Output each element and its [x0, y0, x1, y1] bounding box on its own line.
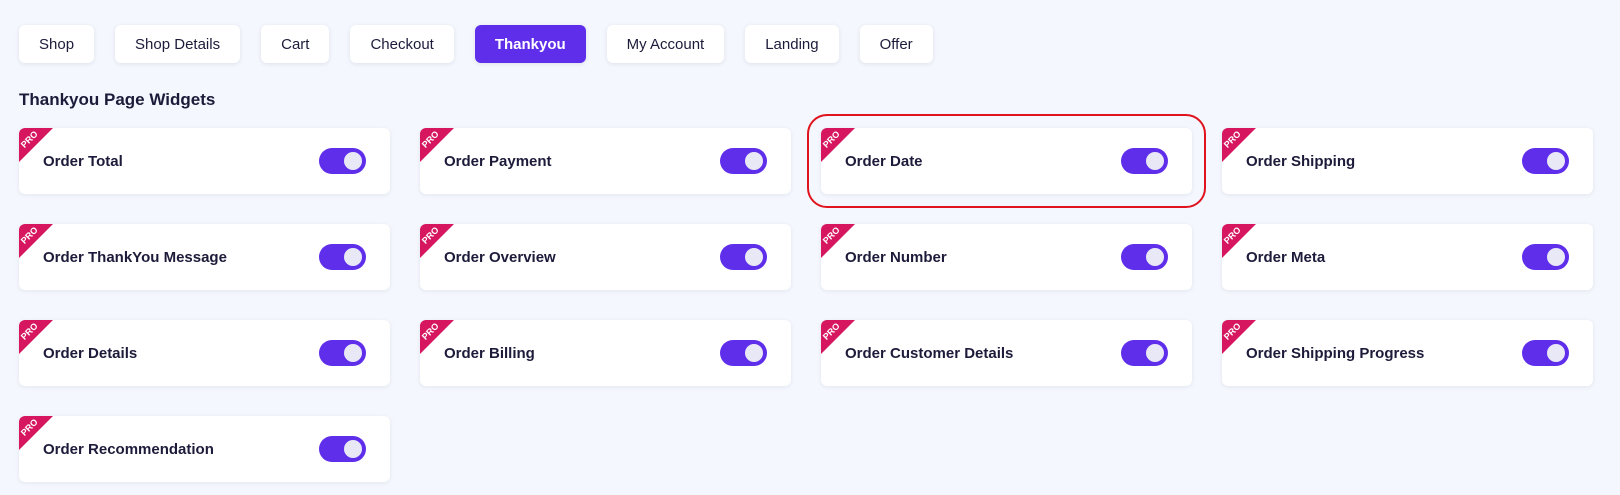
widget-toggle-order-customer-details[interactable] — [1121, 340, 1168, 366]
widget-card-order-date: PRO Order Date — [807, 114, 1206, 208]
section-title: Thankyou Page Widgets — [19, 90, 216, 109]
widget-tabs: Shop Shop Details Cart Checkout Thankyou… — [19, 25, 933, 63]
widget-card-order-recommendation: PRO Order Recommendation — [19, 416, 390, 482]
tab-cart[interactable]: Cart — [261, 25, 330, 63]
toggle-knob — [745, 152, 763, 170]
widget-card-order-customer-details: PRO Order Customer Details — [821, 320, 1192, 386]
widget-toggle-order-meta[interactable] — [1522, 244, 1569, 270]
tab-landing[interactable]: Landing — [745, 25, 839, 63]
widget-grid: PRO Order Total PRO Order Payment PRO Order D… — [19, 114, 1593, 482]
widget-label: Order Meta — [1246, 248, 1326, 266]
toggle-knob — [1146, 248, 1164, 266]
widget-toggle-order-total[interactable] — [319, 148, 366, 174]
widget-card-order-details: PRO Order Details — [19, 320, 390, 386]
widget-card-order-total: PRO Order Total — [19, 128, 390, 194]
widget-toggle-order-number[interactable] — [1121, 244, 1168, 270]
widget-label: Order Billing — [444, 344, 535, 362]
widget-label: Order Total — [43, 152, 123, 170]
widget-label: Order Number — [845, 248, 947, 266]
tab-shop[interactable]: Shop — [19, 25, 95, 63]
widget-toggle-order-payment[interactable] — [720, 148, 767, 174]
widget-card-order-shipping: PRO Order Shipping — [1222, 128, 1593, 194]
toggle-knob — [1547, 344, 1565, 362]
widget-toggle-order-details[interactable] — [319, 340, 366, 366]
widget-toggle-order-date[interactable] — [1121, 148, 1168, 174]
widget-label: Order Shipping Progress — [1246, 344, 1425, 362]
widget-label: Order Customer Details — [845, 344, 1014, 362]
widget-label: Order Recommendation — [43, 440, 214, 458]
widget-toggle-order-overview[interactable] — [720, 244, 767, 270]
widget-card-order-number: PRO Order Number — [821, 224, 1192, 290]
widget-label: Order Details — [43, 344, 138, 362]
toggle-knob — [745, 248, 763, 266]
widget-label: Order Payment — [444, 152, 552, 170]
widget-card-order-thankyou-message: PRO Order ThankYou Message — [19, 224, 390, 290]
widget-toggle-order-thankyou-message[interactable] — [319, 244, 366, 270]
widget-toggle-order-shipping-progress[interactable] — [1522, 340, 1569, 366]
toggle-knob — [1146, 152, 1164, 170]
widget-card-order-shipping-progress: PRO Order Shipping Progress — [1222, 320, 1593, 386]
widget-toggle-order-shipping[interactable] — [1522, 148, 1569, 174]
toggle-knob — [1146, 344, 1164, 362]
tab-checkout[interactable]: Checkout — [350, 25, 454, 63]
tab-thankyou[interactable]: Thankyou — [474, 25, 586, 63]
widget-toggle-order-billing[interactable] — [720, 340, 767, 366]
toggle-knob — [344, 344, 362, 362]
widget-label: Order Date — [845, 152, 923, 170]
widget-label: Order Shipping — [1246, 152, 1356, 170]
widget-card-order-payment: PRO Order Payment — [420, 128, 791, 194]
widget-card-order-overview: PRO Order Overview — [420, 224, 791, 290]
widget-card-order-meta: PRO Order Meta — [1222, 224, 1593, 290]
toggle-knob — [745, 344, 763, 362]
tab-my-account[interactable]: My Account — [606, 25, 725, 63]
toggle-knob — [344, 152, 362, 170]
widget-toggle-order-recommendation[interactable] — [319, 436, 366, 462]
toggle-knob — [344, 248, 362, 266]
widget-card-order-billing: PRO Order Billing — [420, 320, 791, 386]
tab-offer[interactable]: Offer — [859, 25, 933, 63]
tab-shop-details[interactable]: Shop Details — [115, 25, 241, 63]
toggle-knob — [1547, 248, 1565, 266]
toggle-knob — [1547, 152, 1565, 170]
widget-label: Order Overview — [444, 248, 556, 266]
widget-label: Order ThankYou Message — [43, 248, 227, 266]
toggle-knob — [344, 440, 362, 458]
